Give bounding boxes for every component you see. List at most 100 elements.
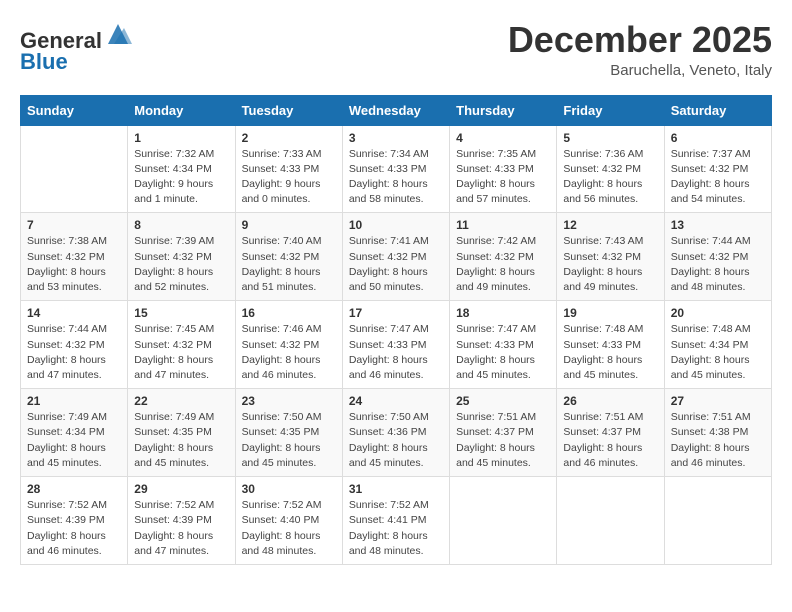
day-number: 30 xyxy=(242,482,336,496)
day-number: 25 xyxy=(456,394,550,408)
day-info: Sunrise: 7:47 AMSunset: 4:33 PMDaylight:… xyxy=(349,322,443,383)
calendar-cell: 7 Sunrise: 7:38 AMSunset: 4:32 PMDaylight… xyxy=(21,213,128,301)
calendar-cell: 17 Sunrise: 7:47 AMSunset: 4:33 PMDayligh… xyxy=(342,301,449,389)
calendar-week-5: 28 Sunrise: 7:52 AMSunset: 4:39 PMDayligh… xyxy=(21,477,772,565)
calendar-cell: 27 Sunrise: 7:51 AMSunset: 4:38 PMDayligh… xyxy=(664,389,771,477)
calendar-cell: 25 Sunrise: 7:51 AMSunset: 4:37 PMDayligh… xyxy=(450,389,557,477)
day-info: Sunrise: 7:32 AMSunset: 4:34 PMDaylight:… xyxy=(134,147,228,208)
day-info: Sunrise: 7:51 AMSunset: 4:38 PMDaylight:… xyxy=(671,410,765,471)
day-number: 16 xyxy=(242,306,336,320)
day-number: 6 xyxy=(671,131,765,145)
calendar-cell xyxy=(21,125,128,213)
day-info: Sunrise: 7:40 AMSunset: 4:32 PMDaylight:… xyxy=(242,234,336,295)
day-number: 31 xyxy=(349,482,443,496)
calendar-cell: 19 Sunrise: 7:48 AMSunset: 4:33 PMDayligh… xyxy=(557,301,664,389)
calendar-table: SundayMondayTuesdayWednesdayThursdayFrid… xyxy=(20,95,772,565)
day-info: Sunrise: 7:35 AMSunset: 4:33 PMDaylight:… xyxy=(456,147,550,208)
calendar-cell: 5 Sunrise: 7:36 AMSunset: 4:32 PMDaylight… xyxy=(557,125,664,213)
calendar-cell: 1 Sunrise: 7:32 AMSunset: 4:34 PMDaylight… xyxy=(128,125,235,213)
day-number: 5 xyxy=(563,131,657,145)
day-number: 15 xyxy=(134,306,228,320)
page-header: General Blue December 2025 Baruchella, V… xyxy=(20,20,772,79)
day-number: 20 xyxy=(671,306,765,320)
day-number: 4 xyxy=(456,131,550,145)
calendar-cell: 22Sunrise: 7:49 AMSunset: 4:35 PMDayligh… xyxy=(128,389,235,477)
day-number: 10 xyxy=(349,218,443,232)
calendar-cell: 14 Sunrise: 7:44 AMSunset: 4:32 PMDayligh… xyxy=(21,301,128,389)
day-info: Sunrise: 7:33 AMSunset: 4:33 PMDaylight:… xyxy=(242,147,336,208)
day-number: 7 xyxy=(27,218,121,232)
day-info: Sunrise: 7:45 AMSunset: 4:32 PMDaylight:… xyxy=(134,322,228,383)
day-info: Sunrise: 7:44 AMSunset: 4:32 PMDaylight:… xyxy=(671,234,765,295)
day-info: Sunrise: 7:49 AMSunset: 4:34 PMDaylight:… xyxy=(27,410,121,471)
day-number: 18 xyxy=(456,306,550,320)
calendar-cell: 15 Sunrise: 7:45 AMSunset: 4:32 PMDayligh… xyxy=(128,301,235,389)
calendar-cell: 20 Sunrise: 7:48 AMSunset: 4:34 PMDayligh… xyxy=(664,301,771,389)
day-info: Sunrise: 7:37 AMSunset: 4:32 PMDaylight:… xyxy=(671,147,765,208)
calendar-cell: 28 Sunrise: 7:52 AMSunset: 4:39 PMDayligh… xyxy=(21,477,128,565)
day-number: 24 xyxy=(349,394,443,408)
day-number: 8 xyxy=(134,218,228,232)
day-number: 1 xyxy=(134,131,228,145)
calendar-week-2: 7 Sunrise: 7:38 AMSunset: 4:32 PMDaylight… xyxy=(21,213,772,301)
day-info: Sunrise: 7:52 AMSunset: 4:39 PMDaylight:… xyxy=(134,498,228,559)
day-number: 29 xyxy=(134,482,228,496)
weekday-header-monday: Monday xyxy=(128,95,235,125)
day-number: 23 xyxy=(242,394,336,408)
day-info: Sunrise: 7:52 AMSunset: 4:40 PMDaylight:… xyxy=(242,498,336,559)
day-info: Sunrise: 7:39 AMSunset: 4:32 PMDaylight:… xyxy=(134,234,228,295)
calendar-cell: 23 Sunrise: 7:50 AMSunset: 4:35 PMDayligh… xyxy=(235,389,342,477)
weekday-header-wednesday: Wednesday xyxy=(342,95,449,125)
day-info: Sunrise: 7:34 AMSunset: 4:33 PMDaylight:… xyxy=(349,147,443,208)
day-info: Sunrise: 7:48 AMSunset: 4:34 PMDaylight:… xyxy=(671,322,765,383)
calendar-cell: 11Sunrise: 7:42 AMSunset: 4:32 PMDayligh… xyxy=(450,213,557,301)
calendar-cell: 12 Sunrise: 7:43 AMSunset: 4:32 PMDayligh… xyxy=(557,213,664,301)
day-number: 9 xyxy=(242,218,336,232)
day-info: Sunrise: 7:36 AMSunset: 4:32 PMDaylight:… xyxy=(563,147,657,208)
calendar-cell xyxy=(557,477,664,565)
day-number: 27 xyxy=(671,394,765,408)
logo-icon xyxy=(104,20,132,48)
calendar-cell: 13 Sunrise: 7:44 AMSunset: 4:32 PMDayligh… xyxy=(664,213,771,301)
day-info: Sunrise: 7:50 AMSunset: 4:36 PMDaylight:… xyxy=(349,410,443,471)
weekday-header-saturday: Saturday xyxy=(664,95,771,125)
calendar-week-4: 21Sunrise: 7:49 AMSunset: 4:34 PMDayligh… xyxy=(21,389,772,477)
calendar-cell: 24 Sunrise: 7:50 AMSunset: 4:36 PMDayligh… xyxy=(342,389,449,477)
logo: General Blue xyxy=(20,20,132,75)
day-info: Sunrise: 7:51 AMSunset: 4:37 PMDaylight:… xyxy=(456,410,550,471)
calendar-week-1: 1 Sunrise: 7:32 AMSunset: 4:34 PMDaylight… xyxy=(21,125,772,213)
calendar-header: SundayMondayTuesdayWednesdayThursdayFrid… xyxy=(21,95,772,125)
month-title: December 2025 xyxy=(508,20,772,60)
calendar-cell: 30 Sunrise: 7:52 AMSunset: 4:40 PMDayligh… xyxy=(235,477,342,565)
day-number: 12 xyxy=(563,218,657,232)
calendar-cell: 6 Sunrise: 7:37 AMSunset: 4:32 PMDaylight… xyxy=(664,125,771,213)
calendar-cell: 3 Sunrise: 7:34 AMSunset: 4:33 PMDaylight… xyxy=(342,125,449,213)
day-info: Sunrise: 7:44 AMSunset: 4:32 PMDaylight:… xyxy=(27,322,121,383)
day-number: 2 xyxy=(242,131,336,145)
day-info: Sunrise: 7:47 AMSunset: 4:33 PMDaylight:… xyxy=(456,322,550,383)
day-number: 22 xyxy=(134,394,228,408)
day-info: Sunrise: 7:43 AMSunset: 4:32 PMDaylight:… xyxy=(563,234,657,295)
day-number: 14 xyxy=(27,306,121,320)
calendar-cell xyxy=(450,477,557,565)
calendar-cell: 10Sunrise: 7:41 AMSunset: 4:32 PMDayligh… xyxy=(342,213,449,301)
calendar-week-3: 14 Sunrise: 7:44 AMSunset: 4:32 PMDayligh… xyxy=(21,301,772,389)
day-info: Sunrise: 7:48 AMSunset: 4:33 PMDaylight:… xyxy=(563,322,657,383)
calendar-cell: 26Sunrise: 7:51 AMSunset: 4:37 PMDayligh… xyxy=(557,389,664,477)
calendar-cell: 8 Sunrise: 7:39 AMSunset: 4:32 PMDaylight… xyxy=(128,213,235,301)
day-number: 17 xyxy=(349,306,443,320)
day-number: 3 xyxy=(349,131,443,145)
day-info: Sunrise: 7:38 AMSunset: 4:32 PMDaylight:… xyxy=(27,234,121,295)
day-info: Sunrise: 7:52 AMSunset: 4:39 PMDaylight:… xyxy=(27,498,121,559)
day-number: 26 xyxy=(563,394,657,408)
day-number: 19 xyxy=(563,306,657,320)
calendar-cell: 9 Sunrise: 7:40 AMSunset: 4:32 PMDaylight… xyxy=(235,213,342,301)
day-info: Sunrise: 7:50 AMSunset: 4:35 PMDaylight:… xyxy=(242,410,336,471)
day-number: 13 xyxy=(671,218,765,232)
title-block: December 2025 Baruchella, Veneto, Italy xyxy=(508,20,772,79)
weekday-header-friday: Friday xyxy=(557,95,664,125)
day-number: 11 xyxy=(456,218,550,232)
calendar-cell xyxy=(664,477,771,565)
location: Baruchella, Veneto, Italy xyxy=(508,62,772,79)
day-number: 28 xyxy=(27,482,121,496)
